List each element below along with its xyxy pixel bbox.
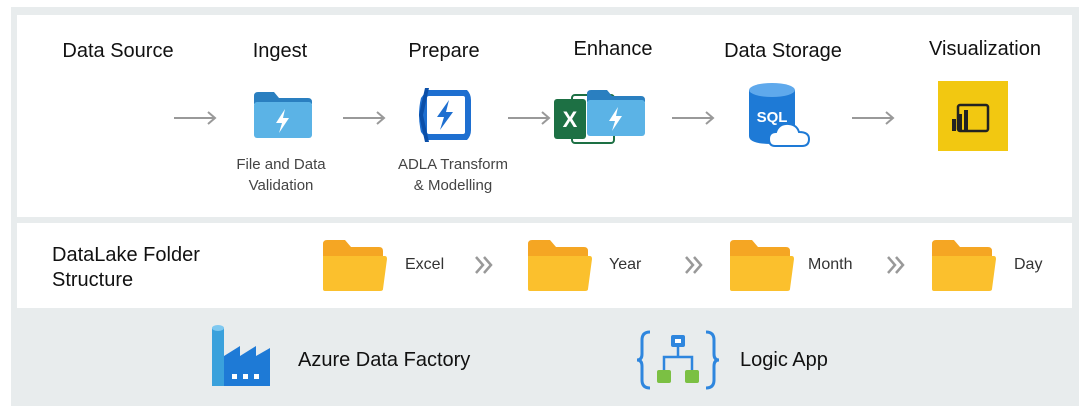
stage-enhance: Enhance	[528, 38, 698, 61]
stage-title: Data Storage	[724, 40, 842, 62]
stage-prepare: Prepare	[359, 40, 529, 63]
stage-data-storage: Data Storage	[698, 40, 868, 63]
double-chevron-icon	[475, 256, 493, 274]
stage-data-source: Data Source	[33, 40, 203, 63]
azure-data-factory-icon	[212, 325, 270, 386]
stage-title: Visualization	[929, 38, 1041, 60]
folder-label: Year	[609, 256, 642, 273]
folder-icon	[932, 240, 996, 291]
stage-caption: ADLA Transform & Modelling	[368, 154, 538, 196]
stage-title: Prepare	[408, 40, 480, 62]
sql-database-icon: SQL	[749, 83, 811, 147]
folder-label: Month	[808, 256, 853, 273]
caption-line: ADLA Transform	[397, 156, 509, 173]
power-bi-icon	[938, 81, 1008, 151]
right-arrow-icon	[174, 111, 217, 125]
stage-ingest: Ingest	[195, 40, 365, 63]
folder-icon	[730, 240, 794, 291]
folder-label: Day	[1014, 256, 1043, 273]
right-arrow-icon	[672, 111, 715, 125]
folder-label: Excel	[405, 256, 445, 273]
stage-caption: File and Data Validation	[196, 154, 366, 196]
folder-icon	[528, 240, 592, 291]
caption-line: File and Data	[236, 156, 326, 173]
data-lake-folder-icon	[254, 92, 312, 138]
double-chevron-icon	[887, 256, 905, 274]
stage-visualization: Visualization	[900, 38, 1070, 61]
stage-title: Enhance	[573, 38, 653, 60]
folder-icon	[323, 240, 387, 291]
caption-line: Validation	[248, 177, 314, 194]
double-chevron-icon	[685, 256, 703, 274]
stage-title: Ingest	[252, 40, 308, 62]
right-arrow-icon	[508, 111, 551, 125]
right-arrow-icon	[343, 111, 386, 125]
svg-text:X: X	[563, 107, 578, 132]
right-arrow-icon	[852, 111, 895, 125]
data-lake-analytics-icon	[419, 88, 471, 142]
datalake-title: DataLake Folder Structure	[52, 243, 200, 293]
data-lake-folder-icon	[587, 90, 645, 136]
azure-data-factory-label: Azure Data Factory	[298, 349, 471, 371]
logic-app-label: Logic App	[740, 349, 828, 371]
svg-text:SQL: SQL	[757, 109, 788, 126]
logic-app-icon	[636, 330, 720, 390]
datalake-title-line: Structure	[52, 269, 134, 291]
caption-line: & Modelling	[413, 177, 493, 194]
stage-title: Data Source	[62, 40, 174, 62]
datalake-title-line: DataLake Folder	[52, 244, 200, 266]
